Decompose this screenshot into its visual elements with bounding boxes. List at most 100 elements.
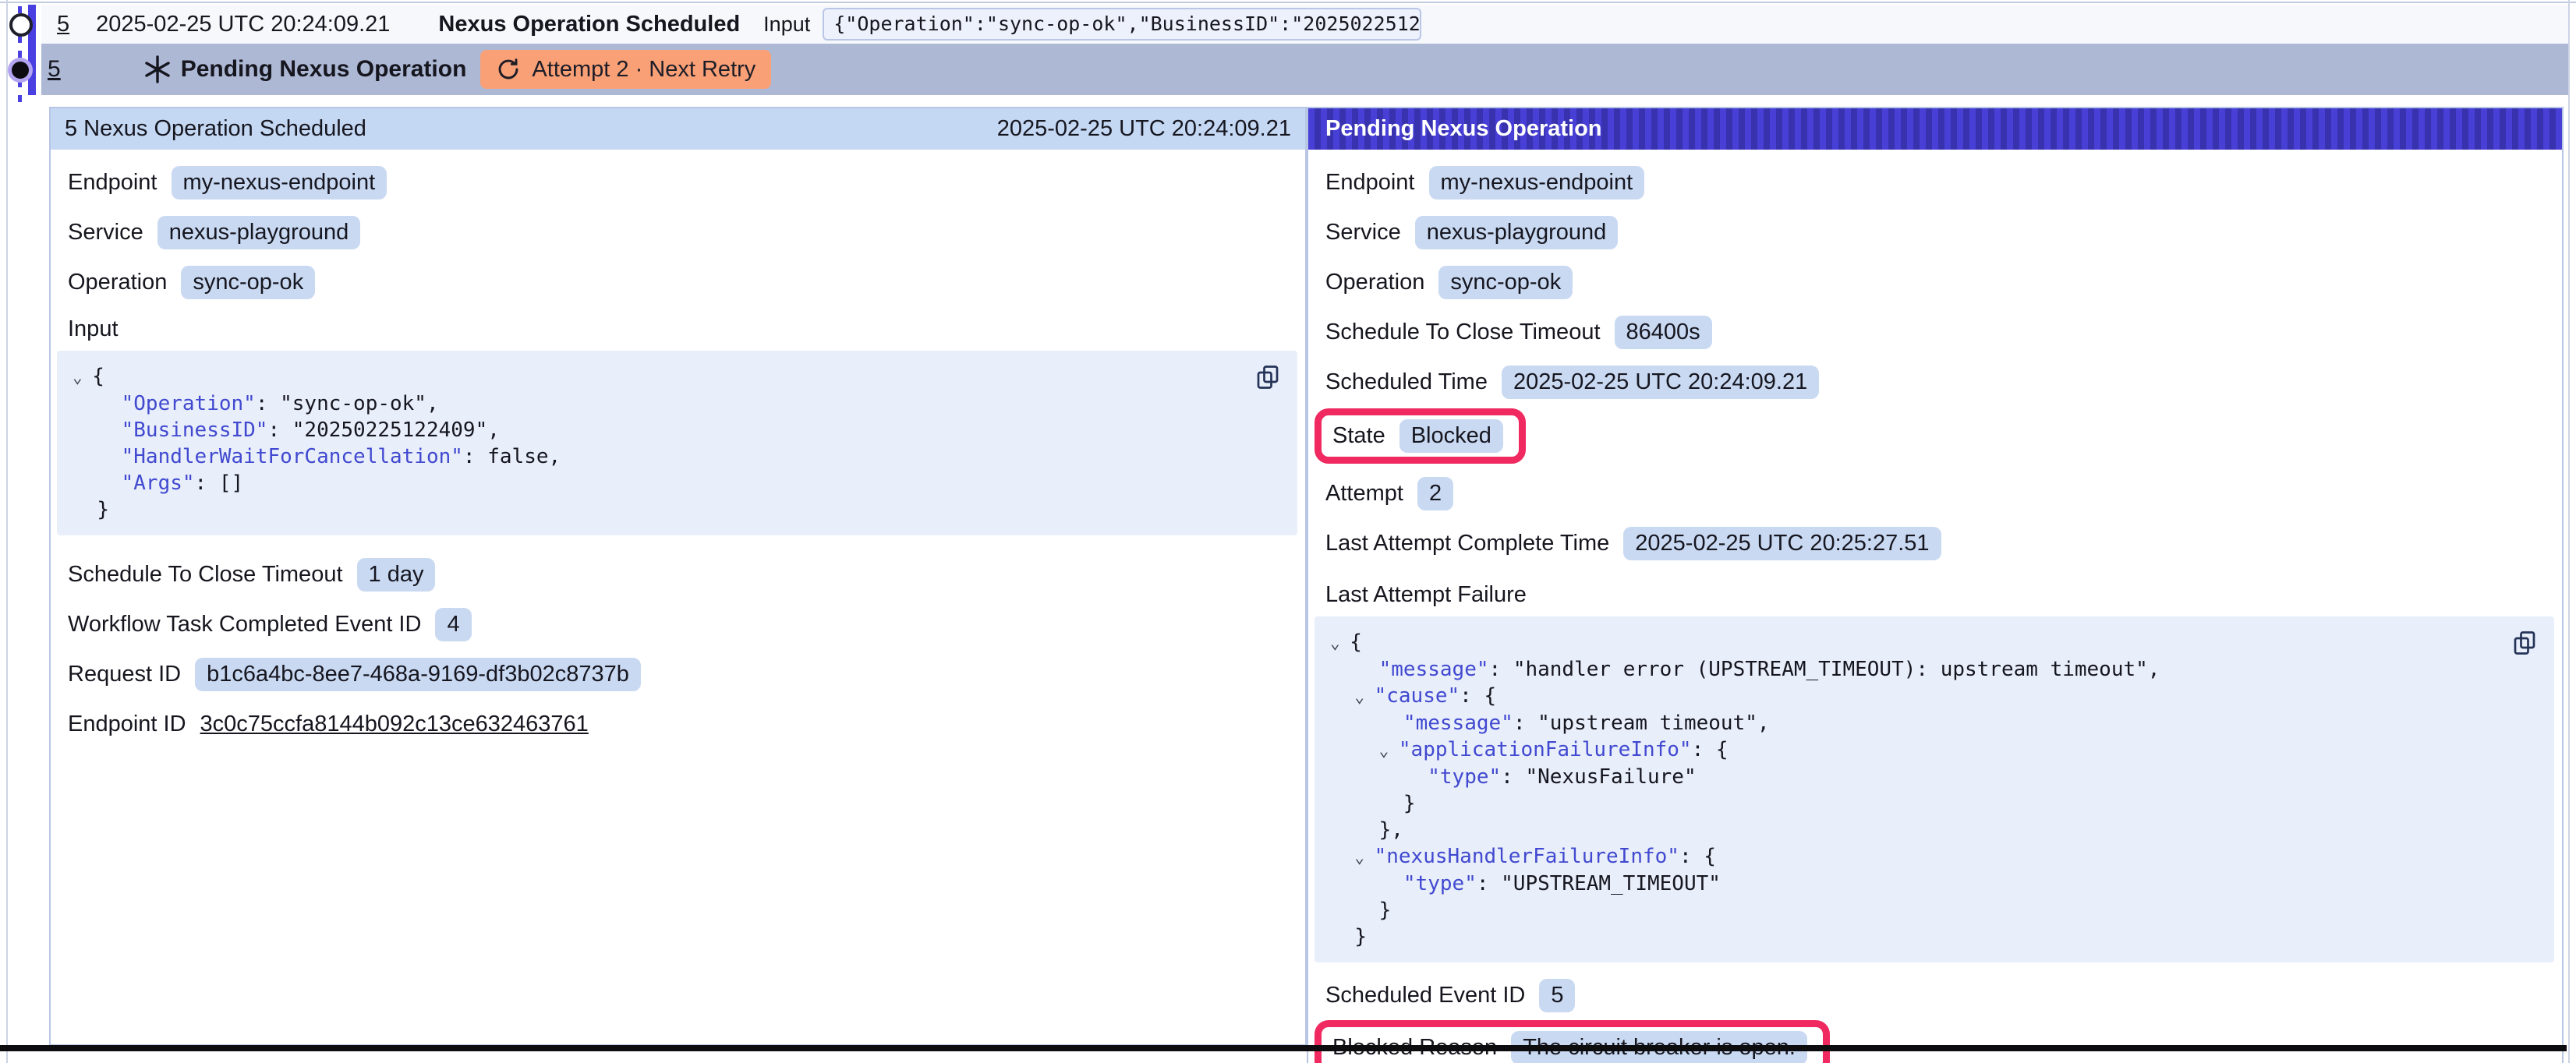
json-toggle-caret-icon[interactable]: ⌄ [1379, 737, 1399, 764]
field-value-chip: nexus-playground [157, 216, 361, 249]
field-value-chip: 86400s [1615, 316, 1712, 349]
field-label: Scheduled Event ID [1325, 983, 1525, 1008]
field-value-chip: sync-op-ok [181, 266, 315, 299]
json-line: } [1330, 790, 2539, 817]
field-row: Attempt 2 [1325, 476, 2562, 510]
json-line: ⌄"cause": { [1330, 683, 2539, 710]
json-value: } [1354, 925, 1367, 948]
event-detail-timestamp: 2025-02-25 UTC 20:24:09.21 [997, 116, 1291, 142]
field-value-chip: 5 [1539, 979, 1575, 1012]
json-toggle-caret-icon[interactable]: ⌄ [1354, 844, 1374, 871]
field-label: Endpoint [68, 170, 157, 196]
pending-id-link[interactable]: 5 [48, 56, 61, 83]
field-row: Operation sync-op-ok [1325, 265, 2562, 299]
asterisk-icon [142, 54, 173, 85]
copy-icon[interactable] [1254, 363, 1282, 391]
json-value: : { [1460, 684, 1496, 708]
json-value: } [97, 498, 109, 521]
json-line: } [1330, 897, 2539, 924]
json-line: "Operation": "sync-op-ok", [73, 390, 1282, 417]
json-line: "type": "NexusFailure" [1330, 764, 2539, 790]
timeline-node-filled-icon[interactable] [12, 62, 29, 79]
json-toggle-caret-icon[interactable]: ⌄ [73, 364, 92, 390]
json-key: "type" [1403, 872, 1477, 895]
json-key: "message" [1403, 712, 1513, 735]
field-label: Operation [1325, 270, 1424, 295]
event-timestamp: 2025-02-25 UTC 20:24:09.21 [96, 12, 390, 37]
field-row: Last Attempt Complete Time 2025-02-25 UT… [1325, 526, 2562, 560]
retry-icon [496, 57, 521, 82]
field-row: Schedule To Close Timeout 1 day [68, 557, 1305, 592]
field-label: Endpoint [1325, 170, 1415, 196]
field-label: Service [68, 220, 143, 245]
json-value: } [1403, 792, 1416, 815]
pending-panel-header: Pending Nexus Operation [1308, 108, 2562, 150]
event-title: Nexus Operation Scheduled [438, 12, 740, 37]
input-json-viewer: ⌄{ "Operation": "sync-op-ok", "BusinessI… [57, 351, 1297, 535]
field-row: Endpoint my-nexus-endpoint [1325, 165, 2562, 200]
copy-icon[interactable] [2511, 629, 2539, 657]
state-highlight-box: State Blocked [1315, 408, 1526, 464]
json-line: "HandlerWaitForCancellation": false, [73, 443, 1282, 470]
json-key: "nexusHandlerFailureInfo" [1375, 845, 1679, 868]
bottom-divider [0, 1045, 2567, 1051]
json-value: : false, [463, 445, 561, 468]
field-row: Endpoint my-nexus-endpoint [68, 165, 1305, 200]
json-value: : { [1692, 738, 1729, 761]
json-key: "cause" [1375, 684, 1460, 708]
json-line: }, [1330, 817, 2539, 843]
json-value: }, [1379, 818, 1403, 842]
state-value-chip: Blocked [1399, 419, 1503, 453]
field-value-chip: nexus-playground [1415, 216, 1619, 249]
field-value-chip: my-nexus-endpoint [1429, 166, 1645, 200]
json-value: : "UPSTREAM_TIMEOUT" [1477, 872, 1721, 895]
json-line: } [1330, 924, 2539, 950]
field-value-chip: 4 [435, 608, 471, 641]
field-row: Workflow Task Completed Event ID 4 [68, 607, 1305, 641]
json-toggle-caret-icon[interactable]: ⌄ [1330, 630, 1350, 656]
field-row: Endpoint ID 3c0c75ccfa8144b092c13ce63246… [68, 707, 1305, 741]
field-row: Scheduled Event ID 5 [1325, 978, 2562, 1012]
field-value-chip: 1 day [357, 558, 436, 592]
field-label: Last Attempt Complete Time [1325, 531, 1609, 556]
json-value: : "NexusFailure" [1501, 765, 1696, 789]
json-line: } [73, 496, 1282, 523]
top-border [0, 2, 2576, 3]
workflow-history-view: 5 2025-02-25 UTC 20:24:09.21 Nexus Opera… [0, 0, 2576, 1063]
json-toggle-caret-icon[interactable]: ⌄ [1354, 683, 1374, 710]
retry-badge: Attempt 2 · Next Retry [480, 50, 771, 89]
blocked-reason-highlight-box: Blocked Reason The circuit breaker is op… [1315, 1020, 1830, 1063]
json-key: "HandlerWaitForCancellation" [122, 445, 463, 468]
json-value: { [1350, 630, 1362, 654]
field-value-chip: my-nexus-endpoint [172, 166, 387, 200]
pending-operation-row[interactable]: 5 Pending Nexus Operation Attempt 2 · Ne… [41, 44, 2568, 95]
right-scrollbar-gutter[interactable] [2568, 0, 2570, 1063]
json-key: "Operation" [122, 392, 256, 415]
event-row-scheduled[interactable]: 5 2025-02-25 UTC 20:24:09.21 Nexus Opera… [41, 5, 2568, 44]
json-line: "type": "UPSTREAM_TIMEOUT" [1330, 871, 2539, 897]
endpoint-id-link[interactable]: 3c0c75ccfa8144b092c13ce632463761 [200, 712, 589, 737]
failure-json-viewer: ⌄{ "message": "handler error (UPSTREAM_T… [1315, 616, 2554, 962]
json-line: "Args": [] [73, 470, 1282, 496]
input-preview-chip[interactable]: {"Operation":"sync-op-ok","BusinessID":"… [823, 8, 1421, 41]
field-row: Scheduled Time 2025-02-25 UTC 20:24:09.2… [1325, 365, 2562, 399]
field-value-chip: 2025-02-25 UTC 20:24:09.21 [1502, 366, 1819, 399]
field-value-chip: sync-op-ok [1438, 266, 1573, 299]
json-value: } [1379, 899, 1392, 922]
event-detail-header: 5 Nexus Operation Scheduled 2025-02-25 U… [51, 108, 1305, 150]
event-id-link[interactable]: 5 [57, 12, 69, 37]
field-value-chip: 2 [1417, 477, 1453, 510]
timeline-node-open-icon[interactable] [9, 13, 33, 37]
json-value: : { [1679, 845, 1716, 868]
retry-badge-label: Attempt 2 · Next Retry [532, 57, 755, 83]
json-line: ⌄"applicationFailureInfo": { [1330, 736, 2539, 764]
json-key: "BusinessID" [122, 418, 268, 442]
event-detail-panel: 5 Nexus Operation Scheduled 2025-02-25 U… [49, 107, 1307, 1046]
json-key: "Args" [122, 471, 195, 495]
field-label: Workflow Task Completed Event ID [68, 612, 421, 637]
json-value: : "handler error (UPSTREAM_TIMEOUT): ups… [1489, 658, 2160, 681]
field-label: Schedule To Close Timeout [1325, 320, 1601, 345]
field-label: Operation [68, 270, 167, 295]
field-row: Service nexus-playground [68, 215, 1305, 249]
json-value: : "20250225122409", [267, 418, 499, 442]
